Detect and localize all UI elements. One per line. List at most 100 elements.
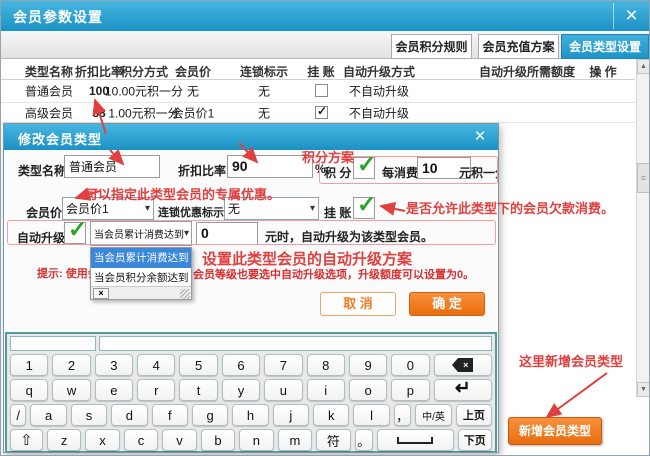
keyboard-input-preview	[10, 336, 492, 351]
vertical-scrollbar[interactable]: ▲ ≡ ▼	[636, 59, 650, 397]
key-b0[interactable]: z	[47, 429, 81, 451]
scroll-down-icon[interactable]: ▼	[637, 382, 650, 397]
key-5[interactable]: 5	[179, 354, 217, 376]
scroll-up-icon[interactable]: ▲	[637, 59, 650, 74]
cancel-button[interactable]: 取 消	[320, 292, 396, 316]
key-t[interactable]: t	[179, 379, 217, 401]
chevron-down-icon: ▾	[145, 203, 150, 214]
resize-grip-icon[interactable]	[180, 289, 190, 299]
key-3[interactable]: 3	[95, 354, 133, 376]
credit-checkbox[interactable]	[315, 84, 328, 97]
key-8[interactable]: k	[313, 404, 349, 426]
key-e[interactable]: e	[95, 379, 133, 401]
key-0[interactable]: 0	[391, 354, 429, 376]
scrollbar-thumb[interactable]: ≡	[637, 163, 650, 193]
key-1[interactable]: a	[30, 404, 66, 426]
backspace-key[interactable]: ×	[434, 354, 492, 376]
member-price-label: 会员价	[26, 204, 62, 221]
key-u[interactable]: u	[264, 379, 302, 401]
table-row[interactable]: 高级会员881.00元积一分会员价1无✓不自动升级	[1, 103, 635, 123]
key-b8[interactable]: 。	[355, 429, 373, 451]
backspace-x: ×	[458, 358, 473, 372]
key-b4[interactable]: b	[201, 429, 235, 451]
key-o[interactable]: o	[349, 379, 387, 401]
chevron-down-icon: ▾	[184, 228, 189, 239]
key-b5[interactable]: n	[239, 429, 273, 451]
key-10[interactable]: ，	[394, 404, 411, 426]
key-y[interactable]: y	[222, 379, 260, 401]
credit-checkbox[interactable]: ✓	[315, 106, 328, 119]
new-member-annotation: 这里新增会员类型	[519, 351, 623, 370]
key-4[interactable]: f	[152, 404, 188, 426]
points-checkbox[interactable]: ✓	[353, 157, 375, 179]
tab-2[interactable]: 会员类型设置	[561, 34, 649, 59]
cell-2: 10.00元积一分	[105, 83, 183, 100]
add-member-type-button[interactable]: 新增会员类型	[508, 417, 602, 445]
close-icon[interactable]: ×	[466, 125, 494, 148]
key-w[interactable]: w	[52, 379, 90, 401]
window-title: 会员参数设置	[13, 7, 103, 27]
cell-2: 1.00元积一分	[108, 104, 179, 121]
key-1[interactable]: 1	[10, 354, 48, 376]
key-b3[interactable]: v	[162, 429, 196, 451]
shift-key[interactable]: ⇧	[10, 429, 43, 451]
lang-toggle-key[interactable]: 中/英	[415, 404, 451, 426]
per-spend-suffix: 元积一分	[459, 164, 499, 181]
key-2[interactable]: 2	[52, 354, 90, 376]
key-q[interactable]: q	[10, 379, 48, 401]
key-9[interactable]: l	[353, 404, 389, 426]
cell-4: 无	[258, 104, 270, 121]
dropdown-close-icon[interactable]: ×	[93, 288, 109, 299]
close-icon[interactable]: ×	[613, 3, 649, 29]
member-price-value: 会员价1	[66, 200, 109, 217]
dropdown-option-1[interactable]: 当会员积分余额达到	[91, 268, 191, 288]
space-key[interactable]	[377, 429, 454, 451]
key-b2[interactable]: c	[124, 429, 158, 451]
key-4[interactable]: 4	[137, 354, 175, 376]
dropdown-footer: ×	[91, 286, 191, 299]
key-p[interactable]: p	[391, 379, 429, 401]
cell-0: 普通会员	[25, 83, 73, 100]
column-header-6: 自动升级方式	[343, 63, 415, 80]
points-label: 积 分	[324, 164, 351, 181]
auto-upgrade-checkbox[interactable]: ✓	[64, 222, 86, 244]
check-icon: ✓	[357, 191, 376, 218]
cell-auto-upgrade: 不自动升级	[349, 104, 409, 121]
tab-0[interactable]: 会员积分规则	[391, 34, 472, 59]
tab-1[interactable]: 会员充值方案	[478, 34, 559, 59]
key-b7[interactable]: 符	[316, 429, 350, 451]
discount-input[interactable]	[227, 155, 313, 178]
page-down-key[interactable]: 下页	[458, 429, 492, 451]
edit-member-type-dialog: 修改会员类型 × 类型名称 折扣比率 % 积 分 ✓ 每消费 元积一分 会员价 …	[3, 123, 499, 453]
key-5[interactable]: g	[192, 404, 228, 426]
column-header-3: 会员价	[175, 63, 211, 80]
key-7[interactable]: j	[273, 404, 309, 426]
chevron-down-icon: ▾	[310, 203, 315, 214]
auto-amount-input[interactable]	[196, 222, 258, 245]
key-8[interactable]: 8	[307, 354, 345, 376]
ok-button[interactable]: 确 定	[409, 292, 485, 316]
page-up-key[interactable]: 上页	[456, 404, 492, 426]
key-9[interactable]: 9	[349, 354, 387, 376]
type-name-input[interactable]	[64, 155, 160, 178]
table-row[interactable]: 普通会员10010.00元积一分无无不自动升级	[1, 80, 635, 103]
enter-key[interactable]: ↵	[434, 379, 492, 401]
key-r[interactable]: r	[137, 379, 175, 401]
hint-text-right: 会员等级也要选中自动升级选项，升级额度可以设置为0。	[193, 266, 474, 282]
key-3[interactable]: d	[111, 404, 147, 426]
credit-label: 挂 账	[324, 204, 351, 221]
chain-select[interactable]: 无 ▾	[224, 197, 319, 220]
key-b1[interactable]: x	[85, 429, 119, 451]
cell-1: 88	[92, 106, 105, 120]
key-b6[interactable]: m	[278, 429, 312, 451]
key-0[interactable]: /	[10, 404, 26, 426]
key-6[interactable]: h	[232, 404, 268, 426]
auto-condition-select[interactable]: 当会员累计消费达到 ▾	[90, 221, 192, 246]
key-6[interactable]: 6	[222, 354, 260, 376]
key-7[interactable]: 7	[264, 354, 302, 376]
column-header-1: 折扣比率	[75, 63, 123, 80]
key-2[interactable]: s	[71, 404, 107, 426]
credit-checkbox[interactable]: ✓	[353, 197, 375, 219]
dropdown-option-0[interactable]: 当会员累计消费达到	[91, 248, 191, 268]
key-i[interactable]: i	[307, 379, 345, 401]
